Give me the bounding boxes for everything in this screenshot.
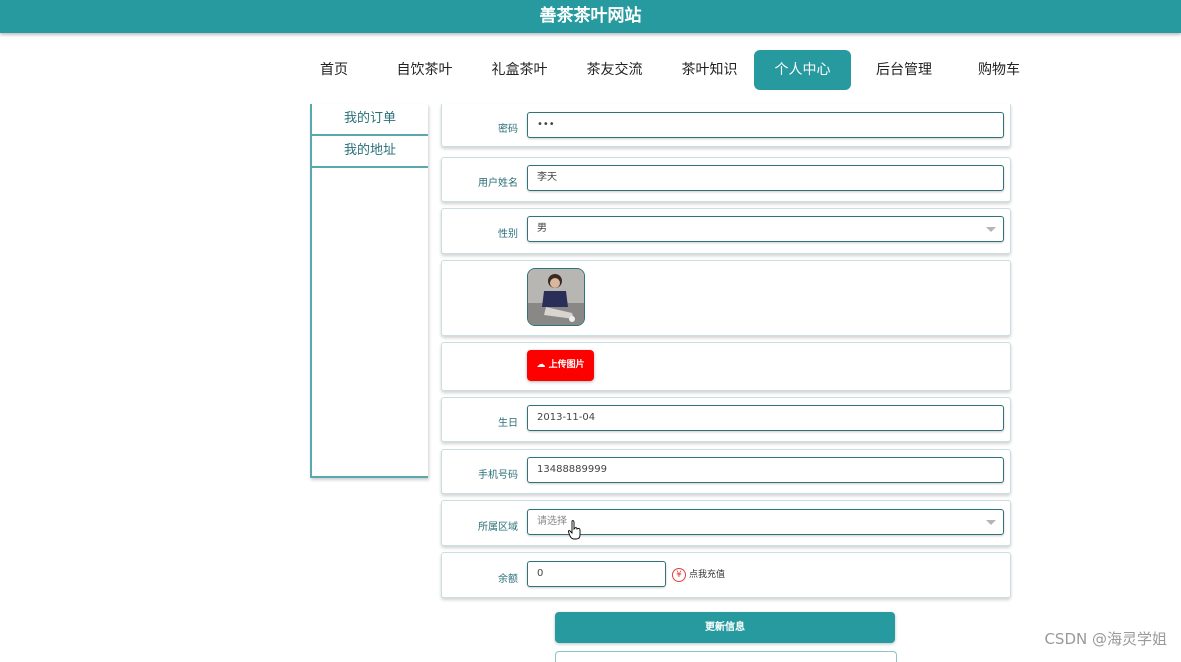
nav-tea-knowledge[interactable]: 茶叶知识 [665, 50, 754, 90]
birthday-field[interactable]: 2013-11-04 [527, 405, 1004, 431]
region-label: 所属区域 [478, 522, 518, 533]
upload-button-label: 上传图片 [548, 360, 585, 370]
nav-tea-forum[interactable]: 茶友交流 [570, 50, 659, 90]
nav-cart[interactable]: 购物车 [955, 50, 1043, 90]
sidebar: 我的订单 我的地址 [310, 104, 428, 478]
site-header: 善茶茶叶网站 [0, 0, 1181, 33]
birthday-label: 生日 [498, 418, 518, 429]
recharge-link[interactable]: ¥ 点我充值 [672, 567, 725, 582]
chevron-down-icon [986, 227, 996, 232]
username-label: 用户姓名 [478, 178, 518, 189]
upload-row: ☁ 上传图片 [441, 342, 1011, 391]
nav-personal-center[interactable]: 个人中心 [754, 50, 851, 90]
gender-row: 性别 男 [441, 208, 1011, 254]
nav-home[interactable]: 首页 [300, 50, 368, 90]
gender-label: 性别 [498, 229, 518, 240]
region-select-placeholder: 请选择 [537, 516, 567, 527]
phone-label: 手机号码 [478, 470, 518, 481]
nav-self-tea[interactable]: 自饮茶叶 [380, 50, 469, 90]
sidebar-item-address[interactable]: 我的地址 [312, 136, 428, 168]
upload-image-button[interactable]: ☁ 上传图片 [527, 350, 594, 381]
gender-select-value: 男 [537, 223, 547, 234]
sidebar-item-orders[interactable]: 我的订单 [312, 104, 428, 136]
site-title: 善茶茶叶网站 [539, 6, 642, 26]
hand-pointer-icon [568, 520, 581, 540]
phone-field[interactable]: 13488889999 [527, 457, 1004, 483]
password-field[interactable]: ••• [527, 112, 1004, 138]
region-row: 所属区域 请选择 [441, 500, 1011, 546]
birthday-row: 生日 2013-11-04 [441, 397, 1011, 442]
update-info-button[interactable]: 更新信息 [555, 612, 895, 643]
balance-field[interactable]: 0 [527, 561, 666, 587]
nav-admin[interactable]: 后台管理 [860, 50, 948, 90]
phone-row: 手机号码 13488889999 [441, 449, 1011, 494]
yen-icon: ¥ [672, 568, 686, 582]
password-row: 密码 ••• [441, 104, 1011, 147]
gender-select[interactable]: 男 [527, 216, 1004, 242]
cloud-upload-icon: ☁ [536, 360, 546, 370]
balance-row: 余额 0 ¥ 点我充值 [441, 552, 1011, 598]
nav-gift-tea[interactable]: 礼盒茶叶 [475, 50, 564, 90]
username-row: 用户姓名 李天 [441, 157, 1011, 202]
password-label: 密码 [498, 124, 518, 135]
avatar-row [441, 260, 1011, 336]
balance-label: 余额 [498, 574, 518, 585]
watermark: CSDN @海灵学姐 [1044, 630, 1167, 648]
region-select[interactable]: 请选择 [527, 509, 1004, 535]
recharge-label: 点我充值 [689, 570, 726, 580]
username-field[interactable]: 李天 [527, 165, 1004, 191]
chevron-down-icon [986, 520, 996, 525]
person-photo-icon [528, 269, 584, 325]
avatar-image [527, 268, 585, 326]
